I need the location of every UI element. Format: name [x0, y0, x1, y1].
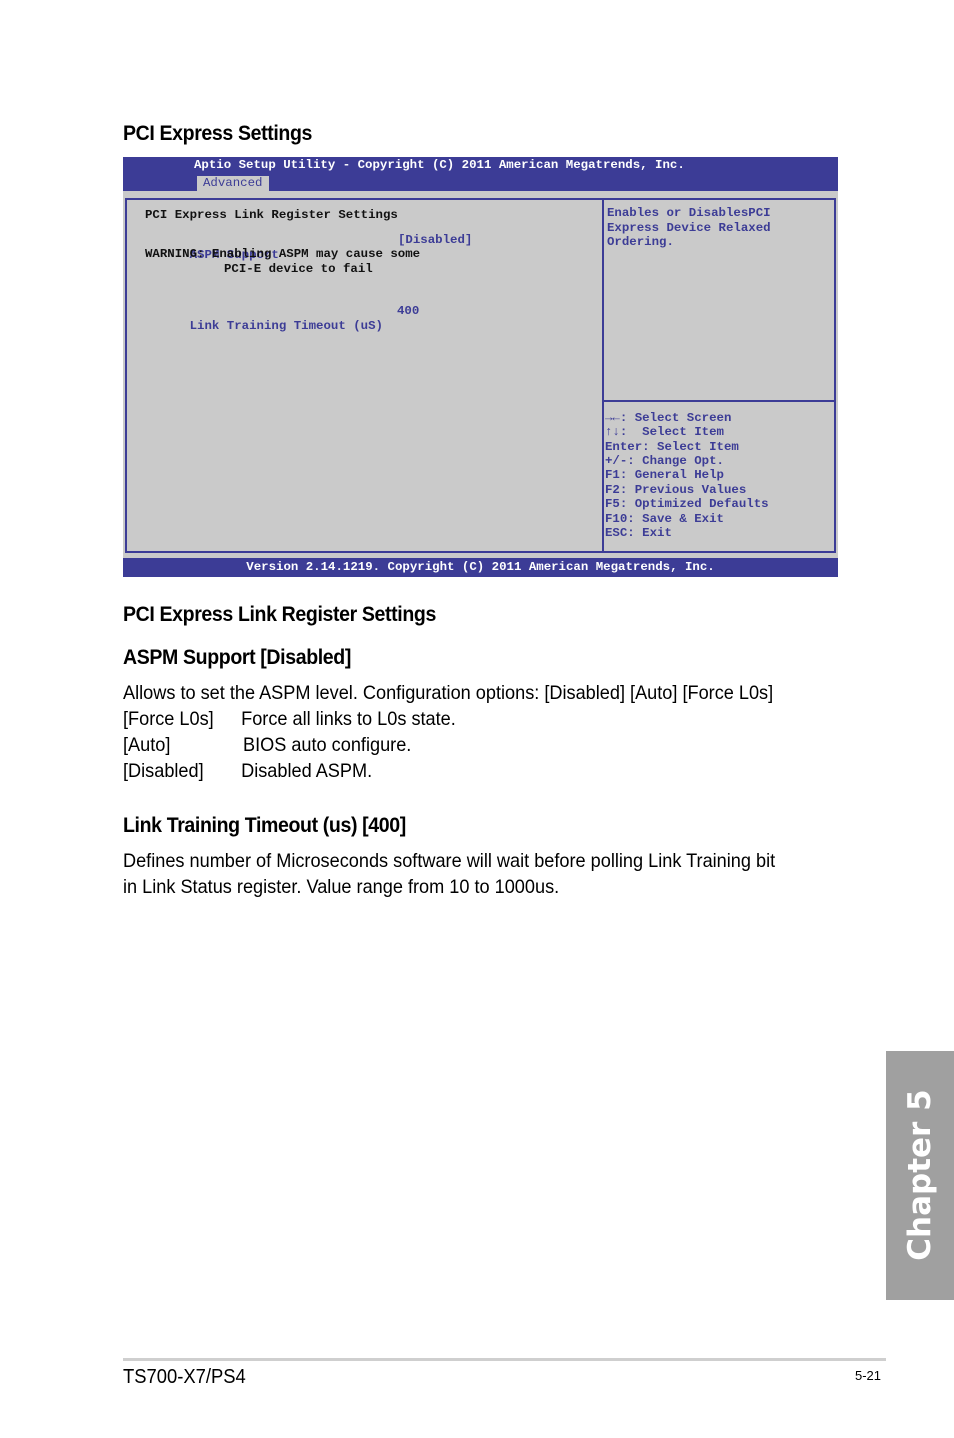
key-hint: +/-: Change Opt. — [605, 454, 724, 468]
option-desc: BIOS auto configure. — [242, 734, 412, 756]
key-hint: F10: Save & Exit — [605, 512, 724, 526]
option-key: [Force L0s] — [123, 708, 214, 730]
bios-title: Aptio Setup Utility - Copyright (C) 2011… — [194, 158, 685, 172]
warning-line-2: PCI-E device to fail — [224, 262, 373, 276]
warning-line-1: WARNING: Enabling ASPM may cause some — [145, 247, 421, 261]
option-key: [Auto] — [123, 734, 171, 756]
option-row: [Auto] BIOS auto configure. — [123, 732, 495, 758]
link-training-timeout-item[interactable]: Link Training Timeout (uS) — [145, 304, 383, 348]
bios-main-panel: PCI Express Link Register Settings ASPM … — [125, 198, 604, 553]
link-training-title: Link Training Timeout (us) [400] — [123, 814, 406, 837]
key-hint: ↑↓: Select Item — [605, 425, 724, 439]
option-row: [Disabled] Disabled ASPM. — [123, 758, 495, 784]
aspm-description: Allows to set the ASPM level. Configurat… — [123, 682, 774, 704]
help-text-line: Enables or DisablesPCI — [607, 206, 771, 220]
link-training-description-1: Defines number of Microseconds software … — [123, 850, 776, 872]
option-desc: Disabled ASPM. — [241, 760, 373, 782]
footer-model: TS700-X7/PS4 — [123, 1366, 246, 1388]
aspm-title: ASPM Support [Disabled] — [123, 646, 351, 669]
link-training-timeout-label: Link Training Timeout (uS) — [189, 318, 383, 333]
tab-advanced[interactable]: Advanced — [197, 176, 269, 191]
key-hint: F2: Previous Values — [605, 483, 747, 497]
bios-main-heading: PCI Express Link Register Settings — [145, 208, 398, 222]
link-training-timeout-value[interactable]: 400 — [397, 304, 419, 319]
bios-footer: Version 2.14.1219. Copyright (C) 2011 Am… — [123, 558, 838, 577]
key-hint: Enter: Select Item — [605, 440, 739, 454]
key-hint: →←: Select Screen — [605, 411, 732, 425]
bios-help-panel: Enables or DisablesPCI Express Device Re… — [602, 198, 836, 553]
help-text-line: Express Device Relaxed — [607, 221, 771, 235]
link-training-description-2: in Link Status register. Value range fro… — [123, 876, 560, 898]
help-divider — [604, 400, 834, 402]
option-row: [Force L0s] Force all links to L0s state… — [123, 706, 495, 732]
section-title: PCI Express Settings — [123, 122, 313, 145]
key-hint: F1: General Help — [605, 468, 724, 482]
bios-screenshot: Aptio Setup Utility - Copyright (C) 2011… — [123, 157, 838, 577]
option-desc: Force all links to L0s state. — [241, 708, 456, 730]
option-key: [Disabled] — [123, 760, 204, 782]
chapter-tab: Chapter 5 — [886, 1051, 954, 1300]
chapter-label: Chapter 5 — [902, 1089, 938, 1261]
help-text-line: Ordering. — [607, 235, 674, 249]
aspm-support-value[interactable]: [Disabled] — [398, 233, 472, 248]
footer-divider — [123, 1358, 886, 1361]
key-hint: ESC: Exit — [605, 526, 672, 540]
page-number: 5-21 — [855, 1368, 882, 1383]
subsection-title: PCI Express Link Register Settings — [123, 603, 436, 626]
key-hint: F5: Optimized Defaults — [605, 497, 769, 511]
bios-header: Aptio Setup Utility - Copyright (C) 2011… — [123, 157, 838, 191]
